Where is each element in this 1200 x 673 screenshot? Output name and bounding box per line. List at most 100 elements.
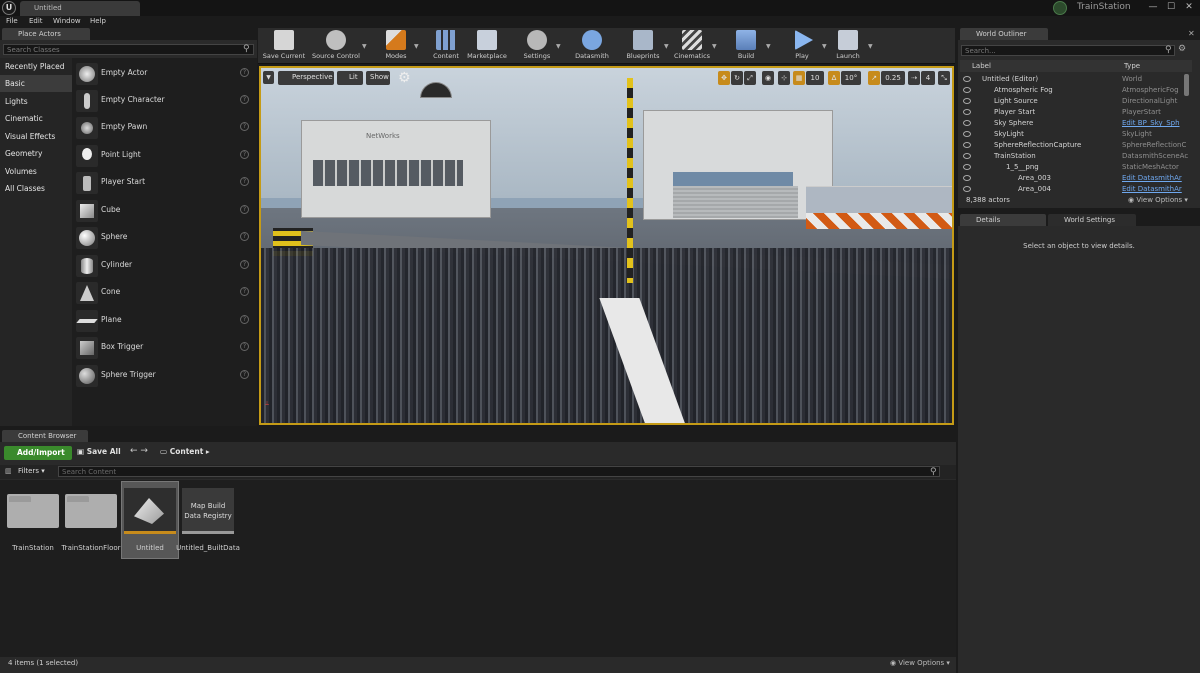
content-view-options[interactable]: ◉ View Options ▾	[890, 659, 950, 667]
outliner-row[interactable]: Area_003 Edit DatasmithAr	[960, 173, 1192, 184]
maximize-viewport-icon[interactable]: ⤡	[938, 71, 950, 85]
chevron-down-icon[interactable]: ▼	[664, 43, 669, 50]
search-icon[interactable]: ⚲	[930, 467, 937, 477]
close-icon[interactable]: ✕	[1188, 29, 1195, 38]
chevron-down-icon[interactable]: ▼	[362, 43, 367, 50]
chevron-down-icon[interactable]: ▼	[868, 43, 873, 50]
details-tab[interactable]: Details	[960, 214, 1046, 226]
menu-file[interactable]: File	[6, 17, 18, 25]
visibility-eye-icon[interactable]	[963, 153, 971, 159]
help-icon[interactable]: ?	[240, 342, 249, 351]
add-import-button[interactable]: Add/Import	[4, 446, 72, 460]
visibility-eye-icon[interactable]	[963, 120, 971, 126]
save-current-button[interactable]: Save Current	[262, 28, 306, 64]
source-control-button[interactable]: Source Control	[310, 28, 362, 64]
outliner-view-options[interactable]: ◉ View Options ▾	[1128, 196, 1188, 204]
category-lights[interactable]: Lights	[0, 93, 72, 110]
help-icon[interactable]: ?	[240, 287, 249, 296]
chevron-down-icon[interactable]: ▼	[556, 43, 561, 50]
outliner-row[interactable]: Sky Sphere Edit BP_Sky_Sph	[960, 118, 1192, 129]
visibility-eye-icon[interactable]	[963, 98, 971, 104]
actor-empty-character[interactable]: Empty Character?	[74, 87, 254, 113]
category-geometry[interactable]: Geometry	[0, 145, 72, 162]
minimize-button[interactable]: —	[1146, 1, 1160, 14]
sources-toggle-icon[interactable]: ▥	[5, 467, 12, 475]
actor-point-light[interactable]: Point Light?	[74, 142, 254, 168]
actor-box-trigger[interactable]: Box Trigger?	[74, 334, 254, 360]
help-icon[interactable]: ?	[240, 150, 249, 159]
show-button[interactable]: Show	[366, 71, 390, 85]
asset-folder-trainstationfloor[interactable]: TrainStationFloor	[61, 482, 121, 558]
help-icon[interactable]: ?	[240, 205, 249, 214]
column-label[interactable]: Label	[972, 62, 991, 70]
content-browser-tab[interactable]: Content Browser	[2, 430, 88, 442]
world-settings-tab[interactable]: World Settings	[1048, 214, 1136, 226]
chevron-down-icon[interactable]: ▼	[712, 43, 717, 50]
column-type[interactable]: Type	[1124, 62, 1140, 70]
modes-button[interactable]: Modes	[378, 28, 414, 64]
rotation-snap-icon[interactable]: ∆	[828, 71, 840, 85]
camera-speed-icon[interactable]: ⇢	[908, 71, 920, 85]
chevron-down-icon[interactable]: ▼	[414, 43, 419, 50]
filters-button[interactable]: Filters ▾	[18, 467, 45, 475]
actor-empty-actor[interactable]: Empty Actor?	[74, 60, 254, 86]
outliner-type[interactable]: Edit DatasmithAr	[1122, 185, 1190, 193]
history-nav[interactable]: ← →	[130, 446, 148, 456]
breadcrumb[interactable]: ▭ Content ▸	[160, 447, 210, 456]
marketplace-button[interactable]: Marketplace	[466, 28, 508, 64]
visibility-eye-icon[interactable]	[963, 87, 971, 93]
content-button[interactable]: Content	[428, 28, 464, 64]
grid-snap-icon[interactable]: ▦	[793, 71, 805, 85]
place-actors-tab[interactable]: Place Actors	[2, 28, 90, 40]
scale-snap-value[interactable]: 0.25	[881, 71, 905, 85]
scale-snap-icon[interactable]: ↗	[868, 71, 880, 85]
help-icon[interactable]: ?	[240, 122, 249, 131]
category-cinematic[interactable]: Cinematic	[0, 110, 72, 127]
actor-sphere[interactable]: Sphere?	[74, 224, 254, 250]
chevron-down-icon[interactable]: ▼	[766, 43, 771, 50]
help-icon[interactable]: ?	[240, 68, 249, 77]
close-button[interactable]: ✕	[1182, 1, 1196, 14]
grid-snap-value[interactable]: 10	[806, 71, 824, 85]
menu-edit[interactable]: Edit	[29, 17, 43, 25]
actor-empty-pawn[interactable]: Empty Pawn?	[74, 114, 254, 140]
outliner-search-input[interactable]: Search...	[961, 45, 1175, 56]
category-volumes[interactable]: Volumes	[0, 163, 72, 180]
help-icon[interactable]: ?	[240, 260, 249, 269]
forward-arrow-icon[interactable]: →	[140, 446, 148, 456]
lit-button[interactable]: Lit	[337, 71, 363, 85]
save-all-button[interactable]: ▣ Save All	[77, 447, 121, 456]
outliner-row[interactable]: SphereReflectionCapture SphereReflectionC	[960, 140, 1192, 151]
rotate-icon[interactable]: ↻	[731, 71, 743, 85]
category-basic[interactable]: Basic	[0, 75, 72, 92]
visibility-eye-icon[interactable]	[963, 186, 971, 192]
settings-icon[interactable]: ⚙	[1178, 44, 1186, 54]
surface-snap-icon[interactable]: ⊹	[778, 71, 790, 85]
viewport-options-button[interactable]: ▼	[263, 71, 274, 84]
visibility-eye-icon[interactable]	[963, 131, 971, 137]
settings-button[interactable]: Settings	[518, 28, 556, 64]
help-icon[interactable]: ?	[240, 177, 249, 186]
outliner-scrollbar[interactable]	[1184, 74, 1189, 96]
help-icon[interactable]: ?	[240, 232, 249, 241]
actor-sphere-trigger[interactable]: Sphere Trigger?	[74, 362, 254, 388]
play-button[interactable]: Play	[784, 28, 820, 64]
outliner-row[interactable]: Atmospheric Fog AtmosphericFog	[960, 85, 1192, 96]
build-button[interactable]: Build	[728, 28, 764, 64]
visibility-eye-icon[interactable]	[963, 175, 971, 181]
actor-plane[interactable]: Plane?	[74, 307, 254, 333]
camera-speed-value[interactable]: 4	[921, 71, 935, 85]
visibility-eye-icon[interactable]	[963, 164, 971, 170]
help-icon[interactable]: ?	[240, 95, 249, 104]
outliner-type[interactable]: Edit DatasmithAr	[1122, 174, 1190, 182]
outliner-row[interactable]: TrainStation DatasmithSceneAc	[960, 151, 1192, 162]
actor-cylinder[interactable]: Cylinder?	[74, 252, 254, 278]
datasmith-button[interactable]: Datasmith	[572, 28, 612, 64]
outliner-row[interactable]: SkyLight SkyLight	[960, 129, 1192, 140]
cinematics-button[interactable]: Cinematics	[672, 28, 712, 64]
menu-window[interactable]: Window	[53, 17, 81, 25]
actor-cone[interactable]: Cone?	[74, 279, 254, 305]
visibility-eye-icon[interactable]	[963, 142, 971, 148]
actor-player-start[interactable]: Player Start?	[74, 169, 254, 195]
help-icon[interactable]: ?	[240, 370, 249, 379]
